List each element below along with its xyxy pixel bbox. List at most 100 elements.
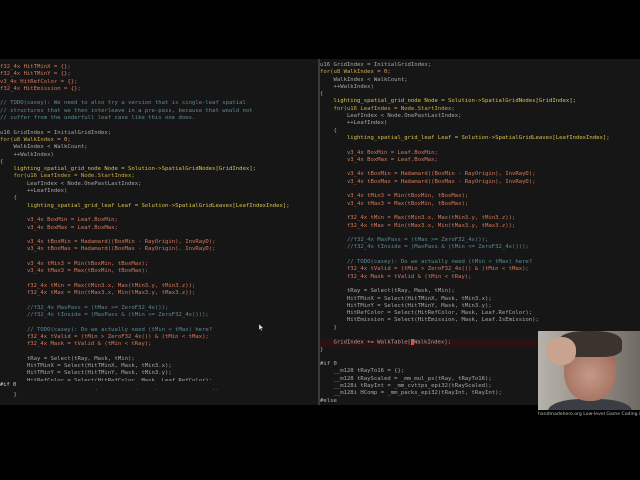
editor-pane-left[interactable]: f32_4x HitTMinX = {}; f32_4x HitTMinY = {… xyxy=(0,59,318,405)
code-line-text: v3_4x tBoxMax = Hadamard((BoxMax - RayOr… xyxy=(320,178,536,185)
code-line-text: GridIndex += WalkTable[ xyxy=(320,339,411,346)
code-line[interactable]: HitEmission = Select(HitEmission, Mask, … xyxy=(320,317,640,324)
code-line[interactable]: WalkIndex < WalkCount; xyxy=(320,77,640,84)
code-line[interactable]: HitRefColor = Select(HitRefColor, Mask, … xyxy=(320,310,640,317)
code-line[interactable]: u16 GridIndex = InitialGridIndex; xyxy=(320,62,640,69)
code-line-text: #else xyxy=(320,397,337,404)
code-line[interactable]: f32_4x tMax = Min(tMax3.x, Min(tMax3.y, … xyxy=(0,290,318,297)
code-line[interactable]: v3_4x tMin3 = Min(tBoxMin, tBoxMax); xyxy=(0,261,318,268)
code-line[interactable]: tRay = Select(tRay, Mask, tMin); xyxy=(320,288,640,295)
code-line[interactable]: v3_4x tBoxMin = Hadamard((BoxMin - RayOr… xyxy=(0,239,318,246)
code-line[interactable] xyxy=(0,349,318,356)
code-line[interactable]: // TODO(casey): Do we actually need (tMi… xyxy=(0,327,318,334)
code-line[interactable]: v3_4x tMax3 = Max(tBoxMin, tBoxMax); xyxy=(0,268,318,275)
code-line[interactable] xyxy=(0,276,318,283)
code-line[interactable]: v3_4x tBoxMax = Hadamard((BoxMax - RayOr… xyxy=(0,246,318,253)
code-line[interactable]: for(u8 WalkIndex = 0; xyxy=(320,69,640,76)
code-line[interactable]: v3_4x BoxMin = Leaf.BoxMin; xyxy=(0,217,318,224)
code-line-text: // structures that we then interleave in… xyxy=(0,107,253,114)
code-line[interactable] xyxy=(0,232,318,239)
code-line[interactable]: f32_4x HitEmission = {}; xyxy=(0,86,318,93)
code-line[interactable]: HitTMinY = Select(HitTMinY, Mask, tMin3.… xyxy=(320,303,640,310)
code-line[interactable]: HitTMinY = Select(HitTMinY, Mask, tMin3.… xyxy=(0,370,318,377)
code-line-text: { xyxy=(0,195,17,202)
code-line[interactable] xyxy=(320,252,640,259)
code-line[interactable]: //f32_4x MaxPass = (tMax >= ZeroF32_4x()… xyxy=(0,305,318,312)
code-line[interactable]: // suffer from the underfull leaf case l… xyxy=(0,115,318,122)
letterbox-top xyxy=(0,0,640,59)
code-line-text: } xyxy=(320,346,324,353)
code-line[interactable] xyxy=(320,230,640,237)
code-line[interactable]: tRay = Select(tRay, Mask, tMin); xyxy=(0,356,318,363)
code-line[interactable]: f32_4x tValid = (tMin > ZeroF32_4x()) & … xyxy=(0,334,318,341)
code-line[interactable]: WalkIndex < WalkCount; xyxy=(0,144,318,151)
code-line[interactable] xyxy=(0,319,318,326)
code-line[interactable]: for(u16 LeafIndex = Node.StartIndex; xyxy=(320,106,640,113)
code-line[interactable]: { xyxy=(0,195,318,202)
code-line-text: // TODO(casey): Do we actually need (tMi… xyxy=(320,259,533,266)
code-line[interactable] xyxy=(0,93,318,100)
code-line[interactable]: HitTMinX = Select(HitTMinX, Mask, tMin3.… xyxy=(0,363,318,370)
code-line-text: // TODO(casey): Do we actually need (tMi… xyxy=(0,326,213,333)
code-line-text: { xyxy=(320,127,337,134)
code-line[interactable]: v3_4x tBoxMin = Hadamard((BoxMin - RayOr… xyxy=(320,171,640,178)
code-line[interactable]: v3_4x tMax3 = Max(tBoxMin, tBoxMax); xyxy=(320,201,640,208)
code-line-text: f32_4x tMin = Max(tMin3.x, Max(tMin3.y, … xyxy=(320,215,516,222)
code-line[interactable]: LeafIndex < Node.OnePastLastIndex; xyxy=(0,181,318,188)
code-line[interactable]: } xyxy=(0,392,318,399)
code-line[interactable]: v3_4x HitRefColor = {}; xyxy=(0,79,318,86)
code-line[interactable]: f32_4x HitTMinX = {}; xyxy=(0,64,318,71)
code-line[interactable] xyxy=(320,164,640,171)
code-line[interactable] xyxy=(0,254,318,261)
code-line[interactable] xyxy=(320,281,640,288)
code-line[interactable]: lighting_spatial_grid_node Node = Soluti… xyxy=(320,98,640,105)
code-line[interactable] xyxy=(320,186,640,193)
code-line[interactable]: { xyxy=(320,128,640,135)
code-line-text: for(u16 LeafIndex = Node.StartIndex; xyxy=(0,173,135,180)
code-line[interactable]: v3_4x BoxMin = Leaf.BoxMin; xyxy=(320,150,640,157)
code-line[interactable]: HitTMinX = Select(HitTMinX, Mask, tMin3.… xyxy=(320,296,640,303)
code-line[interactable]: f32_4x Mask = tValid & (tMin < tRay); xyxy=(320,274,640,281)
code-line[interactable]: //f32_4x tInside = (MaxPass & (tMin <= Z… xyxy=(320,244,640,251)
code-line-text: f32_4x tMax = Min(tMax3.x, Min(tMax3.y, … xyxy=(320,222,516,229)
code-line[interactable] xyxy=(320,142,640,149)
code-line[interactable]: ++WalkIndex) xyxy=(320,84,640,91)
code-line[interactable]: // TODO(casey): Do we actually need (tMi… xyxy=(320,259,640,266)
code-line[interactable] xyxy=(0,210,318,217)
code-line[interactable]: lighting_spatial_grid_leaf Leaf = Soluti… xyxy=(0,203,318,210)
code-line[interactable]: //f32_4x tInside = (MaxPass & (tMin <= Z… xyxy=(0,312,318,319)
code-line[interactable] xyxy=(320,208,640,215)
code-line[interactable]: for(u8 WalkIndex = 0; xyxy=(0,137,318,144)
code-line[interactable] xyxy=(0,122,318,129)
code-line[interactable]: f32_4x tMin = Max(tMin3.x, Max(tMin3.y, … xyxy=(0,283,318,290)
code-line-text: { xyxy=(320,91,324,98)
code-line-text: HitTMinX = Select(HitTMinX, Mask, tMin3.… xyxy=(320,295,492,302)
code-line[interactable]: v3_4x BoxMax = Leaf.BoxMax; xyxy=(0,225,318,232)
code-line-text: __m128 tRayScaled = _mm_mul_ps(tRay, tRa… xyxy=(320,375,492,382)
code-line[interactable]: f32_4x tMin = Max(tMin3.x, Max(tMin3.y, … xyxy=(320,215,640,222)
code-line[interactable] xyxy=(0,298,318,305)
code-line[interactable]: f32_4x tMax = Min(tMax3.x, Min(tMax3.y, … xyxy=(320,223,640,230)
code-line[interactable]: for(u16 LeafIndex = Node.StartIndex; xyxy=(0,173,318,180)
code-line[interactable]: f32_4x HitTMinY = {}; xyxy=(0,71,318,78)
code-line[interactable]: f32_4x Mask = tValid & (tMin < tRay); xyxy=(0,341,318,348)
code-line[interactable]: v3_4x tBoxMax = Hadamard((BoxMax - RayOr… xyxy=(320,179,640,186)
code-line[interactable]: LeafIndex < Node.OnePastLastIndex; xyxy=(320,113,640,120)
code-line[interactable]: { xyxy=(0,159,318,166)
code-line[interactable]: v3_4x tMin3 = Min(tBoxMin, tBoxMax); xyxy=(320,193,640,200)
code-line[interactable]: lighting_spatial_grid_node Node = Soluti… xyxy=(0,166,318,173)
code-line-text: WalkIndex < WalkCount; xyxy=(320,76,408,83)
code-line[interactable]: f32_4x tValid = (tMin > ZeroF32_4x()) & … xyxy=(320,266,640,273)
code-line[interactable]: u16 GridIndex = InitialGridIndex; xyxy=(0,130,318,137)
code-line[interactable]: { xyxy=(320,91,640,98)
code-line[interactable]: ++WalkIndex) xyxy=(0,152,318,159)
code-line[interactable]: v3_4x BoxMax = Leaf.BoxMax; xyxy=(320,157,640,164)
code-line[interactable]: ++LeafIndex) xyxy=(320,120,640,127)
code-line[interactable]: //f32_4x MaxPass = (tMax >= ZeroF32_4x()… xyxy=(320,237,640,244)
code-line[interactable]: lighting_spatial_grid_leaf Leaf = Soluti… xyxy=(320,135,640,142)
code-lines-left[interactable]: f32_4x HitTMinX = {}; f32_4x HitTMinY = {… xyxy=(0,64,318,405)
code-line-text: v3_4x tMin3 = Min(tBoxMin, tBoxMax); xyxy=(320,193,469,200)
code-line[interactable]: // structures that we then interleave in… xyxy=(0,108,318,115)
code-line[interactable]: // TODO(casey): We need to also try a ve… xyxy=(0,100,318,107)
code-line[interactable]: ++LeafIndex) xyxy=(0,188,318,195)
